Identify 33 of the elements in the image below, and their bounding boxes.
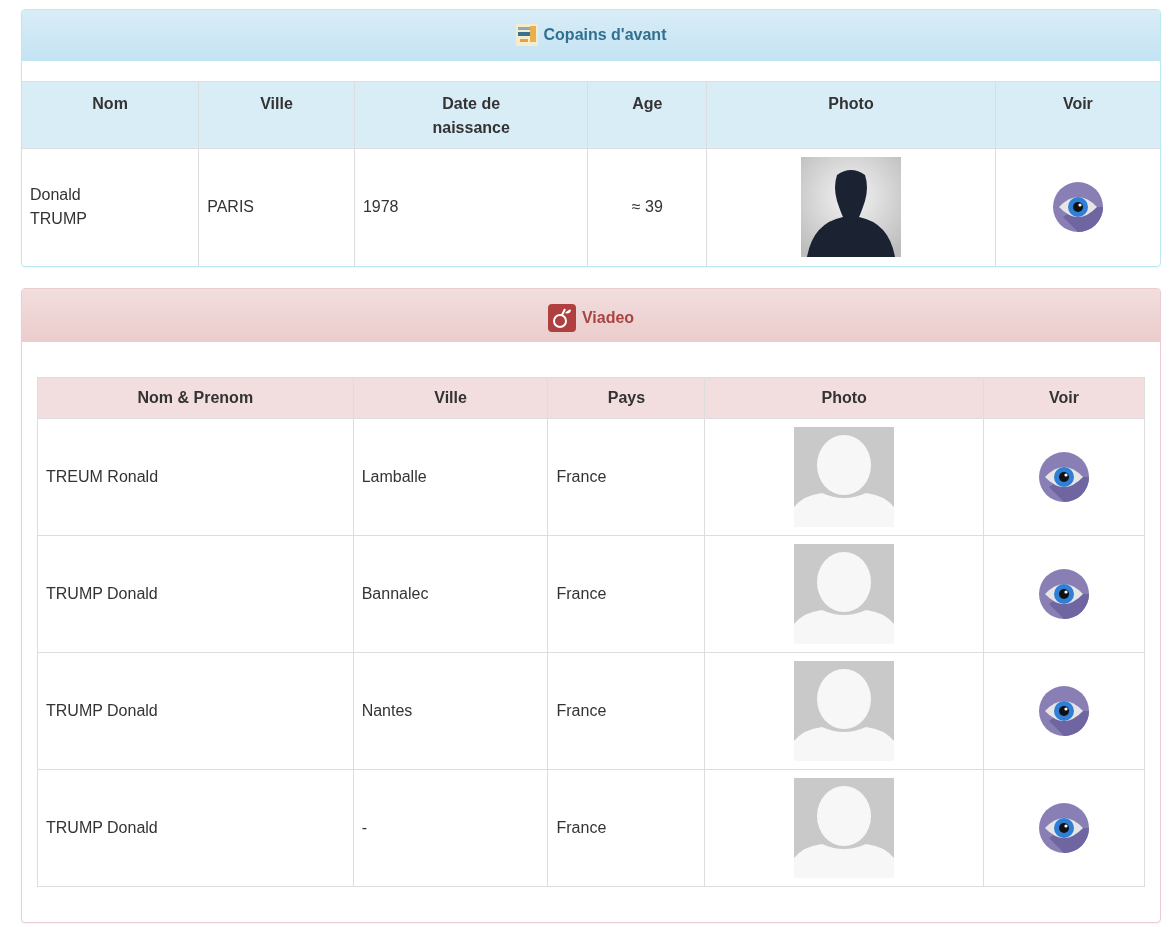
column-header: Voir (983, 377, 1145, 418)
column-header: Nom (22, 81, 199, 149)
table-cell: Donald TRUMP (22, 148, 199, 266)
table-cell: France (548, 418, 705, 535)
view-eye-icon[interactable] (1039, 802, 1090, 853)
table-cell: TRUMP Donald (37, 769, 354, 886)
table-cell: Bannalec (353, 535, 548, 652)
column-header: Voir (995, 81, 1160, 149)
column-header: Age (588, 81, 707, 149)
table-cell: France (548, 769, 705, 886)
table-cell: Nantes (353, 652, 548, 769)
view-eye-icon[interactable] (1052, 182, 1103, 233)
table-cell: TRUMP Donald (37, 652, 354, 769)
column-header: Pays (548, 377, 705, 418)
column-header: Nom & Prenom (37, 377, 354, 418)
column-header: Ville (353, 377, 548, 418)
view-eye-icon[interactable] (1039, 451, 1090, 502)
column-header: Photo (704, 377, 984, 418)
panel-title: Viadeo (581, 307, 635, 328)
view-eye-icon[interactable] (1039, 568, 1090, 619)
table-cell: - (353, 769, 548, 886)
logo-icon (515, 24, 538, 46)
table-cell: France (548, 652, 705, 769)
table-cell: Lamballe (353, 418, 548, 535)
column-header: Photo (706, 81, 996, 149)
panel-title: Copains d'avant (543, 25, 667, 45)
table-cell: France (548, 535, 705, 652)
view-eye-icon[interactable] (1039, 685, 1090, 736)
table-cell: TRUMP Donald (37, 535, 354, 652)
logo-icon (547, 303, 576, 332)
column-header: Date de naissance (354, 81, 588, 149)
column-header: Ville (198, 81, 355, 149)
table-cell: TREUM Ronald (37, 418, 354, 535)
